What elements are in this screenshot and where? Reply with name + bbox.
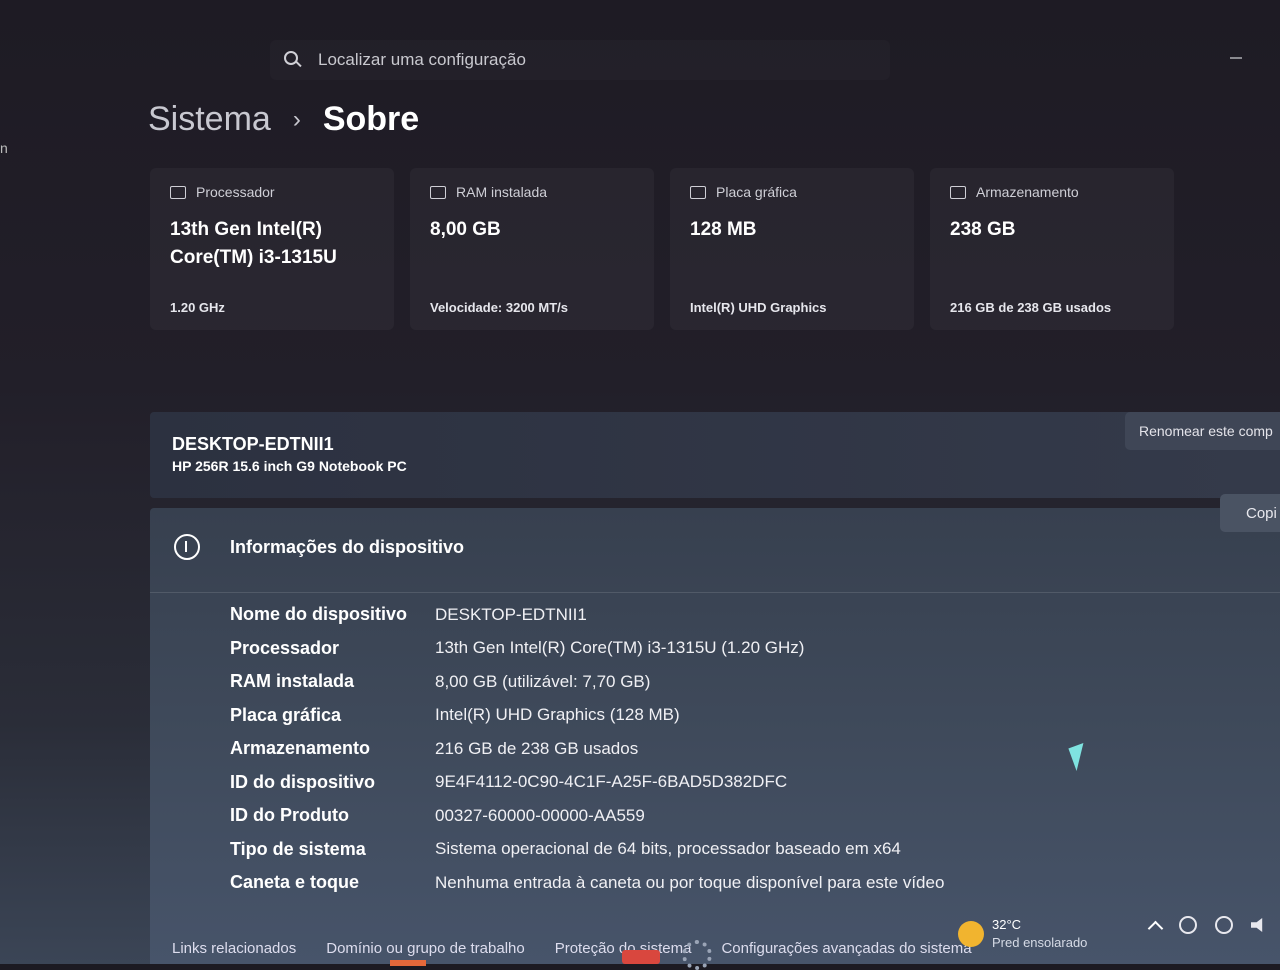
card-processor: Processador 13th Gen Intel(R) Core(TM) i… [150,168,394,330]
card-sub: 1.20 GHz [170,300,225,315]
spec-value: 13th Gen Intel(R) Core(TM) i3-1315U (1.2… [435,638,805,658]
spec-label: ID do Produto [230,805,349,826]
spec-value: 00327-60000-00000-AA559 [435,805,645,825]
spec-label: RAM instalada [230,671,355,692]
spec-label: ID do dispositivo [230,771,376,792]
card-label: Placa gráfica [716,184,797,200]
spec-label: Nome do dispositivo [230,604,408,625]
breadcrumb-parent[interactable]: Sistema [148,100,271,139]
spec-label: Placa gráfica [230,704,342,725]
card-label: Processador [196,184,275,200]
copy-button[interactable]: Copi [1220,494,1280,532]
taskbar-app-icon[interactable] [622,950,660,964]
search-input[interactable]: Localizar uma configuração [318,50,526,70]
chevron-up-icon[interactable] [1147,920,1164,936]
spec-row: ID do dispositivo 9E4F4112-0C90-4C1F-A25F… [230,766,944,800]
storage-icon [950,185,966,199]
search-icon [282,49,304,71]
spec-value: Nenhuma entrada à caneta ou por toque di… [435,872,945,892]
breadcrumb: Sistema › Sobre [148,100,419,139]
card-value: 238 GB [950,219,1016,240]
card-value: 128 MB [690,219,757,240]
card-value: 8,00 GB [430,219,501,240]
spec-value: Intel(R) UHD Graphics (128 MB) [435,705,680,725]
device-info-panel: Copi Informações do dispositivo Nome do … [150,494,1280,964]
spec-value: 9E4F4112-0C90-4C1F-A25F-6BAD5D382DFC [435,772,788,792]
card-graphics: Placa gráfica 128 MB Intel(R) UHD Graphi… [670,168,914,330]
rename-pc-button[interactable]: Renomear este comp [1125,412,1280,450]
device-name: DESKTOP-EDTNII1 [172,434,334,454]
spec-row: RAM instalada 8,00 GB (utilizável: 7,70 G… [230,665,944,699]
spec-label: Processador [230,637,340,658]
card-sub: Velocidade: 3200 MT/s [430,300,569,315]
divider [150,592,1280,593]
info-icon [174,534,200,560]
graphics-card-icon [690,185,706,199]
spec-list: Nome do dispositivo DESKTOP-EDTNII1 Proce… [230,598,944,900]
weather-widget[interactable]: 32°C Pred ensolarado [958,916,1087,952]
spec-row: Armazenamento 216 GB de 238 GB usados [230,732,944,766]
spec-value: 8,00 GB (utilizável: 7,70 GB) [435,671,651,691]
ram-icon [430,185,446,199]
section-title: Informações do dispositivo [230,536,465,557]
taskbar: 32°C Pred ensolarado [0,908,1280,970]
card-label: RAM instalada [456,184,548,200]
card-value: 13th Gen Intel(R) Core(TM) i3-1315U [170,219,337,268]
search-box[interactable]: Localizar uma configuração [270,40,890,80]
settings-window: n Localizar uma configuração Sistema › S… [0,0,1280,970]
spec-row: Placa gráfica Intel(R) UHD Graphics (128 … [230,699,944,733]
sun-icon [958,921,984,947]
taskbar-app-icon[interactable] [390,960,426,966]
spec-label: Caneta e toque [230,872,360,893]
settings-gear-icon[interactable] [682,940,712,970]
chevron-right-icon: › [292,105,301,133]
spec-label: Tipo de sistema [230,838,366,859]
spec-row: ID do Produto 00327-60000-00000-AA559 [230,799,944,833]
network-icon[interactable] [1179,916,1197,934]
device-info-header[interactable]: Informações do dispositivo [174,534,464,560]
weather-condition: Pred ensolarado [992,935,1088,950]
speaker-icon[interactable] [1251,918,1263,932]
minimize-button[interactable] [1230,57,1242,59]
battery-icon[interactable] [1215,916,1233,934]
card-ram: RAM instalada 8,00 GB Velocidade: 3200 M… [410,168,654,330]
card-sub: Intel(R) UHD Graphics [690,300,827,315]
spec-value: 216 GB de 238 GB usados [435,738,639,758]
spec-cards: Processador 13th Gen Intel(R) Core(TM) i… [150,168,1174,330]
weather-temperature: 32°C [992,917,1022,932]
system-tray [1147,916,1267,936]
spec-row: Tipo de sistema Sistema operacional de 64… [230,833,944,867]
device-name-card: DESKTOP-EDTNII1 HP 256R 15.6 inch G9 Not… [150,412,1280,498]
edge-text: n [0,140,8,156]
card-label: Armazenamento [976,184,1079,200]
card-sub: 216 GB de 238 GB usados [950,300,1112,315]
spec-row: Caneta e toque Nenhuma entrada à caneta o… [230,866,944,900]
card-storage: Armazenamento 238 GB 216 GB de 238 GB us… [930,168,1174,330]
spec-value: DESKTOP-EDTNII1 [435,604,587,624]
spec-row: Nome do dispositivo DESKTOP-EDTNII1 [230,598,944,632]
device-model: HP 256R 15.6 inch G9 Notebook PC [172,458,407,474]
spec-label: Armazenamento [230,738,371,759]
spec-value: Sistema operacional de 64 bits, processa… [435,839,901,859]
page-title: Sobre [322,100,420,138]
spec-row: Processador 13th Gen Intel(R) Core(TM) i3… [230,632,944,666]
processor-icon [170,185,186,199]
